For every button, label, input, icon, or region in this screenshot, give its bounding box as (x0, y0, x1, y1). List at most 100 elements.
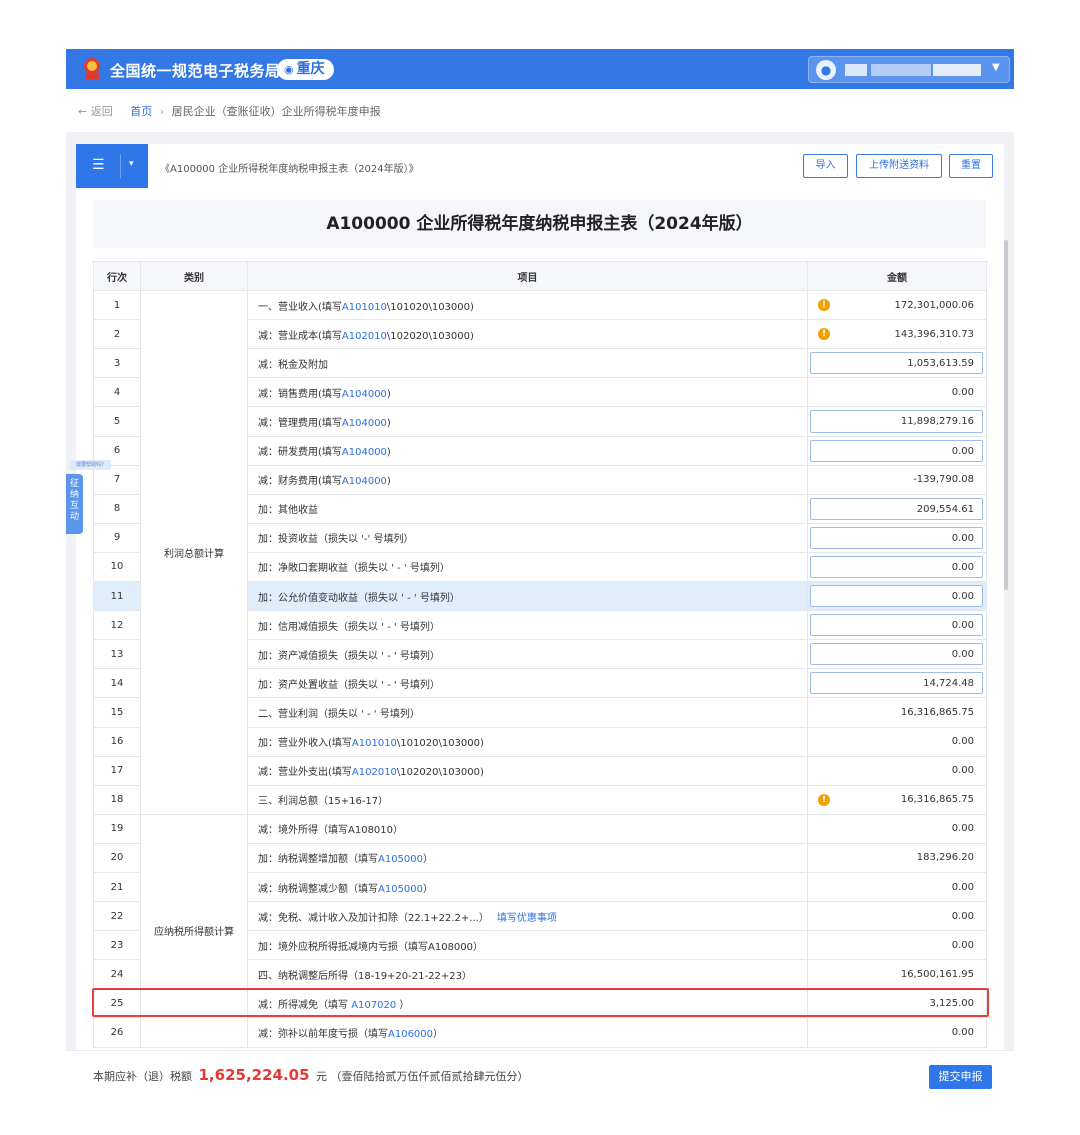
amount-cell: ! 143,396,310.73 (807, 319, 987, 350)
item-cell: 加：资产减值损失（损失以 ' - ' 号填列） (247, 639, 808, 670)
amount-value: 0.00 (951, 1026, 974, 1038)
menu-icon: ☰ (92, 157, 105, 173)
amount-cell[interactable]: 0.00 (807, 610, 987, 641)
item-text: 减：销售费用(填写 (258, 388, 342, 400)
amount-cell[interactable]: 0.00 (807, 639, 987, 670)
amount-cell: 0.00 (807, 755, 987, 786)
national-emblem-icon (84, 58, 100, 79)
item-cell: 减：管理费用(填写A104000) (247, 406, 808, 437)
item-text: 加：资产减值损失（损失以 ' - ' 号填列） (258, 650, 440, 662)
vertical-scrollbar[interactable] (1004, 240, 1008, 590)
item-text: ) (386, 476, 391, 488)
item-text: 减：管理费用(填写 (258, 418, 342, 430)
amount-input[interactable]: 209,554.61 (810, 497, 983, 520)
schedule-link[interactable]: A105000 (378, 884, 423, 895)
schedule-link[interactable]: A102010 (352, 767, 397, 778)
item-text: 加：资产处置收益（损失以 ' - ' 号填列） (258, 679, 440, 691)
amount-input[interactable]: 14,724.48 (810, 672, 983, 695)
schedule-link[interactable]: A104000 (342, 389, 387, 400)
schedule-link[interactable]: A104000 (342, 418, 387, 429)
amount-input[interactable]: 0.00 (810, 555, 983, 579)
amount-input[interactable]: 0.00 (810, 643, 983, 666)
region-selector[interactable]: ◉ 重庆 (277, 59, 334, 80)
amount-input[interactable]: 0.00 (810, 585, 983, 608)
item-text: 加：营业外收入(填写 (258, 738, 352, 750)
chevron-down-icon[interactable]: ▾ (129, 159, 134, 169)
user-menu[interactable]: ● ▼ (808, 56, 1010, 83)
amount-input[interactable]: 1,053,613.59 (810, 352, 983, 375)
item-text: 加：公允价值变动收益（损失以 ' - ' 号填列） (258, 592, 460, 604)
row-number: 16 (93, 726, 141, 757)
item-text: 一、营业收入(填写 (258, 301, 342, 313)
warning-icon[interactable]: ! (818, 328, 830, 341)
schedule-link[interactable]: A106000 (388, 1029, 433, 1040)
schedule-link[interactable]: A104000 (342, 476, 387, 487)
amount-cell[interactable]: 14,724.48 (807, 668, 987, 699)
row-number: 3 (93, 348, 141, 379)
item-text: 加：境外应税所得抵减境内亏损（填写A108000） (258, 941, 484, 953)
amount-input[interactable]: 11,898,279.16 (810, 410, 983, 433)
amount-cell[interactable]: 1,053,613.59 (807, 348, 987, 379)
amount-cell: 0.00 (807, 377, 987, 408)
amount-value: 3,125.00 (929, 997, 974, 1009)
column-header: 类别 (140, 260, 248, 292)
top-bar: 全国统一规范电子税务局 ◉ 重庆 ● ▼ (66, 49, 1014, 89)
upload-attachment-button[interactable]: 上传附送资料 (856, 154, 942, 178)
tax-due-amount: 1,625,224.05 (198, 1066, 310, 1084)
amount-cell[interactable]: 209,554.61 (807, 493, 987, 524)
row-number: 17 (93, 755, 141, 786)
row-number: 8 (93, 493, 141, 524)
back-link[interactable]: ← 返回 (78, 105, 113, 118)
schedule-link[interactable]: A101010 (342, 302, 387, 313)
row-number: 11 (93, 581, 141, 612)
warning-icon[interactable]: ! (818, 793, 830, 806)
submit-return-button[interactable]: 提交申报 (929, 1065, 992, 1089)
breadcrumb-home[interactable]: 首页 (130, 105, 152, 118)
import-button[interactable]: 导入 (803, 154, 848, 178)
schedule-link[interactable]: A101010 (352, 738, 397, 749)
site-name[interactable]: 全国统一规范电子税务局 (110, 60, 281, 81)
item-cell: 减：所得减免（填写 A107020 ） (247, 988, 808, 1019)
row-number: 4 (93, 377, 141, 408)
item-text: 加：其他收益 (258, 505, 318, 517)
tax-due-summary: 本期应补（退）税额 1,625,224.05 元 （壹佰陆拾贰万伍仟贰佰贰拾肆元… (93, 1066, 529, 1084)
schedule-link[interactable]: A107020 (351, 1000, 396, 1011)
amount-cell: 0.00 (807, 930, 987, 961)
schedule-link[interactable]: A104000 (342, 447, 387, 458)
item-cell: 加：纳税调整增加额（填写A105000） (247, 842, 808, 873)
username-redacted (871, 64, 931, 76)
warning-icon[interactable]: ! (818, 299, 830, 312)
amount-cell: ! 16,316,865.75 (807, 784, 987, 815)
reset-button[interactable]: 重置 (949, 154, 993, 178)
column-header: 行次 (93, 260, 141, 292)
breadcrumb: ← 返回 首页 › 居民企业（查账征收）企业所得税年度申报 (78, 103, 381, 119)
help-tag[interactable]: 需要帮助吗? (69, 460, 111, 470)
breadcrumb-current: 居民企业（查账征收）企业所得税年度申报 (171, 105, 381, 118)
amount-cell[interactable]: 0.00 (807, 551, 987, 583)
table-row: 1 利润总额计算 一、营业收入(填写A101010\101020\103000)! 1… (93, 290, 987, 815)
amount-value: 0.00 (951, 823, 974, 835)
schedule-link[interactable]: A102010 (342, 331, 387, 342)
form-name: 《A100000 企业所得税年度纳税申报主表（2024年版）》 (160, 164, 419, 175)
main-panel: ☰ ▾ 《A100000 企业所得税年度纳税申报主表（2024年版）》 导入 上… (66, 132, 1014, 1094)
username-redacted (933, 64, 981, 76)
item-text: 减：营业外支出(填写 (258, 767, 352, 779)
item-text: 减：研发费用(填写 (258, 447, 342, 459)
amount-cell[interactable]: 11,898,279.16 (807, 406, 987, 437)
form-menu-button[interactable]: ☰ ▾ (76, 144, 148, 188)
amount-value: 172,301,000.06 (894, 299, 974, 311)
schedule-link[interactable]: A105000 (378, 854, 423, 865)
schedule-link[interactable]: 填写优惠事项 (497, 913, 557, 924)
amount-input[interactable]: 0.00 (810, 614, 983, 637)
form-card: ☰ ▾ 《A100000 企业所得税年度纳税申报主表（2024年版）》 导入 上… (76, 144, 1004, 1094)
amount-cell[interactable]: 0.00 (807, 522, 987, 553)
table-header-row: 行次 类别 项目 金额 (93, 260, 987, 292)
amount-input[interactable]: 0.00 (810, 439, 983, 462)
interaction-side-tab[interactable]: 征纳互动 (66, 474, 83, 534)
item-text: \102020\103000) (396, 767, 484, 779)
category-cell: 利润总额计算 (140, 290, 248, 815)
amount-input[interactable]: 0.00 (810, 526, 983, 549)
amount-cell[interactable]: 0.00 (807, 435, 987, 466)
row-number: 25 (93, 988, 141, 1019)
amount-cell[interactable]: 0.00 (807, 581, 987, 612)
